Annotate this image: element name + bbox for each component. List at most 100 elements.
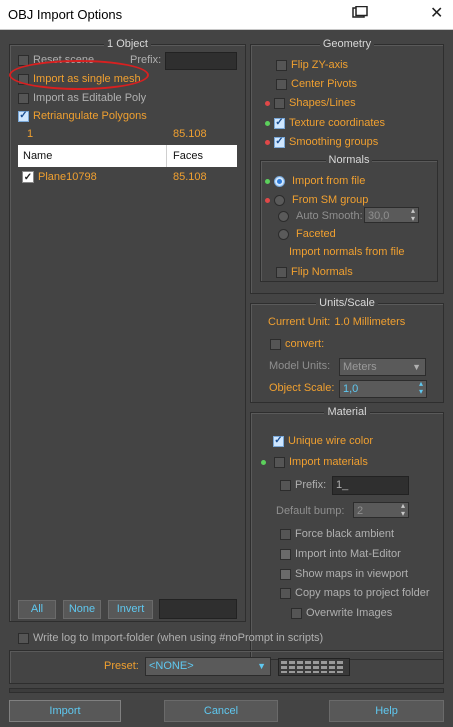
restore-icon[interactable] [352, 6, 368, 20]
import-from-file-radio-dot[interactable] [274, 175, 285, 187]
row-name: Plane10798 [38, 171, 97, 183]
faces-total: 85.108 [173, 128, 207, 140]
auto-smooth-spinner[interactable]: 30,0 ▴ ▾ [364, 207, 419, 223]
texture-coords-checkbox[interactable]: Texture coordinates [265, 117, 385, 129]
auto-smooth-radio-dot[interactable] [278, 210, 289, 222]
shapes-lines-checkbox[interactable]: Shapes/Lines [265, 97, 356, 109]
shapes-lines-check[interactable] [274, 97, 285, 109]
select-none-button[interactable]: None [63, 600, 101, 619]
flip-normals-check[interactable] [276, 266, 287, 278]
show-maps-label: Show maps in viewport [295, 568, 409, 580]
material-prefix-checkbox[interactable]: Prefix: [280, 479, 326, 491]
write-log-check[interactable] [18, 632, 29, 644]
object-prefix-field[interactable] [165, 52, 237, 70]
material-prefix-label: Prefix: [295, 479, 327, 491]
table-row[interactable]: Plane10798 [22, 171, 97, 183]
column-header-name[interactable]: Name [23, 150, 52, 162]
current-unit-value: 1.0 Millimeters [334, 316, 406, 328]
write-log-checkbox[interactable]: Write log to Import-folder (when using #… [18, 632, 323, 644]
force-black-ambient-checkbox[interactable]: Force black ambient [280, 528, 394, 540]
center-pivots-checkbox[interactable]: Center Pivots [276, 78, 357, 90]
object-scale-row: Object Scale: [269, 382, 334, 394]
force-black-ambient-check[interactable] [280, 528, 291, 540]
convert-check[interactable] [270, 338, 281, 350]
show-maps-checkbox[interactable]: Show maps in viewport [280, 568, 408, 580]
selection-filter-field[interactable] [159, 599, 237, 619]
row-check[interactable] [22, 171, 34, 183]
flip-normals-checkbox[interactable]: Flip Normals [276, 266, 353, 278]
unique-wire-color-checkbox[interactable]: Unique wire color [273, 435, 373, 447]
cancel-button[interactable]: Cancel [164, 700, 278, 722]
unique-wire-color-check[interactable] [273, 435, 284, 447]
overwrite-images-check[interactable] [291, 607, 302, 619]
preset-label: Preset: [104, 660, 139, 672]
smoothing-groups-check[interactable] [274, 136, 285, 148]
overwrite-images-checkbox[interactable]: Overwrite Images [291, 607, 392, 619]
import-editable-poly-label: Import as Editable Poly [33, 92, 147, 104]
show-maps-check[interactable] [280, 568, 291, 580]
force-black-ambient-label: Force black ambient [295, 528, 395, 540]
spinner-arrows-icon[interactable]: ▴ ▾ [411, 207, 415, 223]
shapes-lines-label: Shapes/Lines [289, 97, 356, 109]
select-all-button[interactable]: All [18, 600, 56, 619]
default-bump-label: Default bump: [276, 505, 345, 517]
texture-coords-label: Texture coordinates [289, 117, 385, 129]
flip-zy-label: Flip ZY-axis [291, 59, 349, 71]
object-table-header: Name Faces [18, 145, 237, 167]
import-mat-editor-checkbox[interactable]: Import into Mat-Editor [280, 548, 401, 560]
flip-zy-check[interactable] [276, 59, 287, 71]
status-dot-green [265, 120, 270, 126]
model-units-value: Meters [343, 361, 377, 373]
smoothing-groups-checkbox[interactable]: Smoothing groups [265, 136, 378, 148]
texture-coords-check[interactable] [274, 117, 285, 129]
spinner-arrows-icon[interactable]: ▴ ▾ [419, 380, 423, 396]
faceted-label: Faceted [296, 228, 336, 240]
import-mat-editor-label: Import into Mat-Editor [295, 548, 401, 560]
spinner-arrows-icon[interactable]: ▴ ▾ [401, 502, 405, 518]
retriangulate-checkbox[interactable]: Retriangulate Polygons [18, 110, 147, 122]
retriangulate-check[interactable] [18, 110, 29, 122]
help-button[interactable]: Help [329, 700, 444, 722]
flip-zy-checkbox[interactable]: Flip ZY-axis [276, 59, 348, 71]
copy-maps-check[interactable] [280, 587, 291, 599]
object-scale-value: 1,0 [343, 383, 359, 395]
invert-selection-button[interactable]: Invert [108, 600, 153, 619]
center-pivots-label: Center Pivots [291, 78, 358, 90]
faceted-radio-dot[interactable] [278, 228, 289, 240]
status-dot-green [265, 178, 270, 184]
overwrite-images-label: Overwrite Images [306, 607, 393, 619]
import-materials-check[interactable] [274, 456, 285, 468]
preset-dropdown[interactable]: <NONE> ▼ [145, 657, 271, 676]
objects-group-title: 1 Object [104, 38, 151, 50]
close-icon[interactable]: ✕ [430, 3, 443, 23]
import-materials-checkbox[interactable]: Import materials [261, 456, 368, 468]
model-units-dropdown[interactable]: Meters ▼ [339, 358, 426, 376]
import-button[interactable]: Import [9, 700, 121, 722]
smoothing-groups-label: Smoothing groups [289, 136, 379, 148]
default-bump-spinner[interactable]: 2 ▴ ▾ [353, 502, 409, 518]
object-count-row: 1 [27, 128, 33, 140]
material-prefix-check[interactable] [280, 479, 291, 491]
preset-grid-icon[interactable] [278, 658, 350, 676]
import-editable-poly-checkbox[interactable]: Import as Editable Poly [18, 92, 146, 104]
import-editable-poly-check[interactable] [18, 92, 29, 104]
material-title: Material [324, 406, 370, 418]
material-prefix-field[interactable]: 1_ [332, 476, 409, 495]
column-header-faces[interactable]: Faces [173, 150, 203, 162]
import-mat-editor-check[interactable] [280, 548, 291, 560]
from-sm-group-radio-dot[interactable] [274, 194, 285, 206]
object-scale-spinner[interactable]: 1,0 ▴ ▾ [339, 380, 427, 398]
auto-smooth-radio[interactable]: Auto Smooth: [278, 210, 363, 222]
row-faces-cell: 85.108 [173, 171, 207, 183]
title-bar: OBJ Import Options ✕ [0, 0, 453, 30]
faceted-radio[interactable]: Faceted [278, 228, 336, 240]
import-normals-note: Import normals from file [289, 246, 405, 258]
convert-checkbox[interactable]: convert: [270, 338, 324, 350]
from-sm-group-radio[interactable]: From SM group [265, 194, 368, 206]
center-pivots-check[interactable] [276, 78, 287, 90]
import-from-file-radio[interactable]: Import from file [265, 175, 365, 187]
dialog-body: 1 Object Reset scene Prefix: Import as s… [0, 30, 453, 727]
object-count: 1 [27, 128, 34, 140]
normals-title: Normals [325, 154, 373, 166]
copy-maps-checkbox[interactable]: Copy maps to project folder [280, 587, 430, 599]
